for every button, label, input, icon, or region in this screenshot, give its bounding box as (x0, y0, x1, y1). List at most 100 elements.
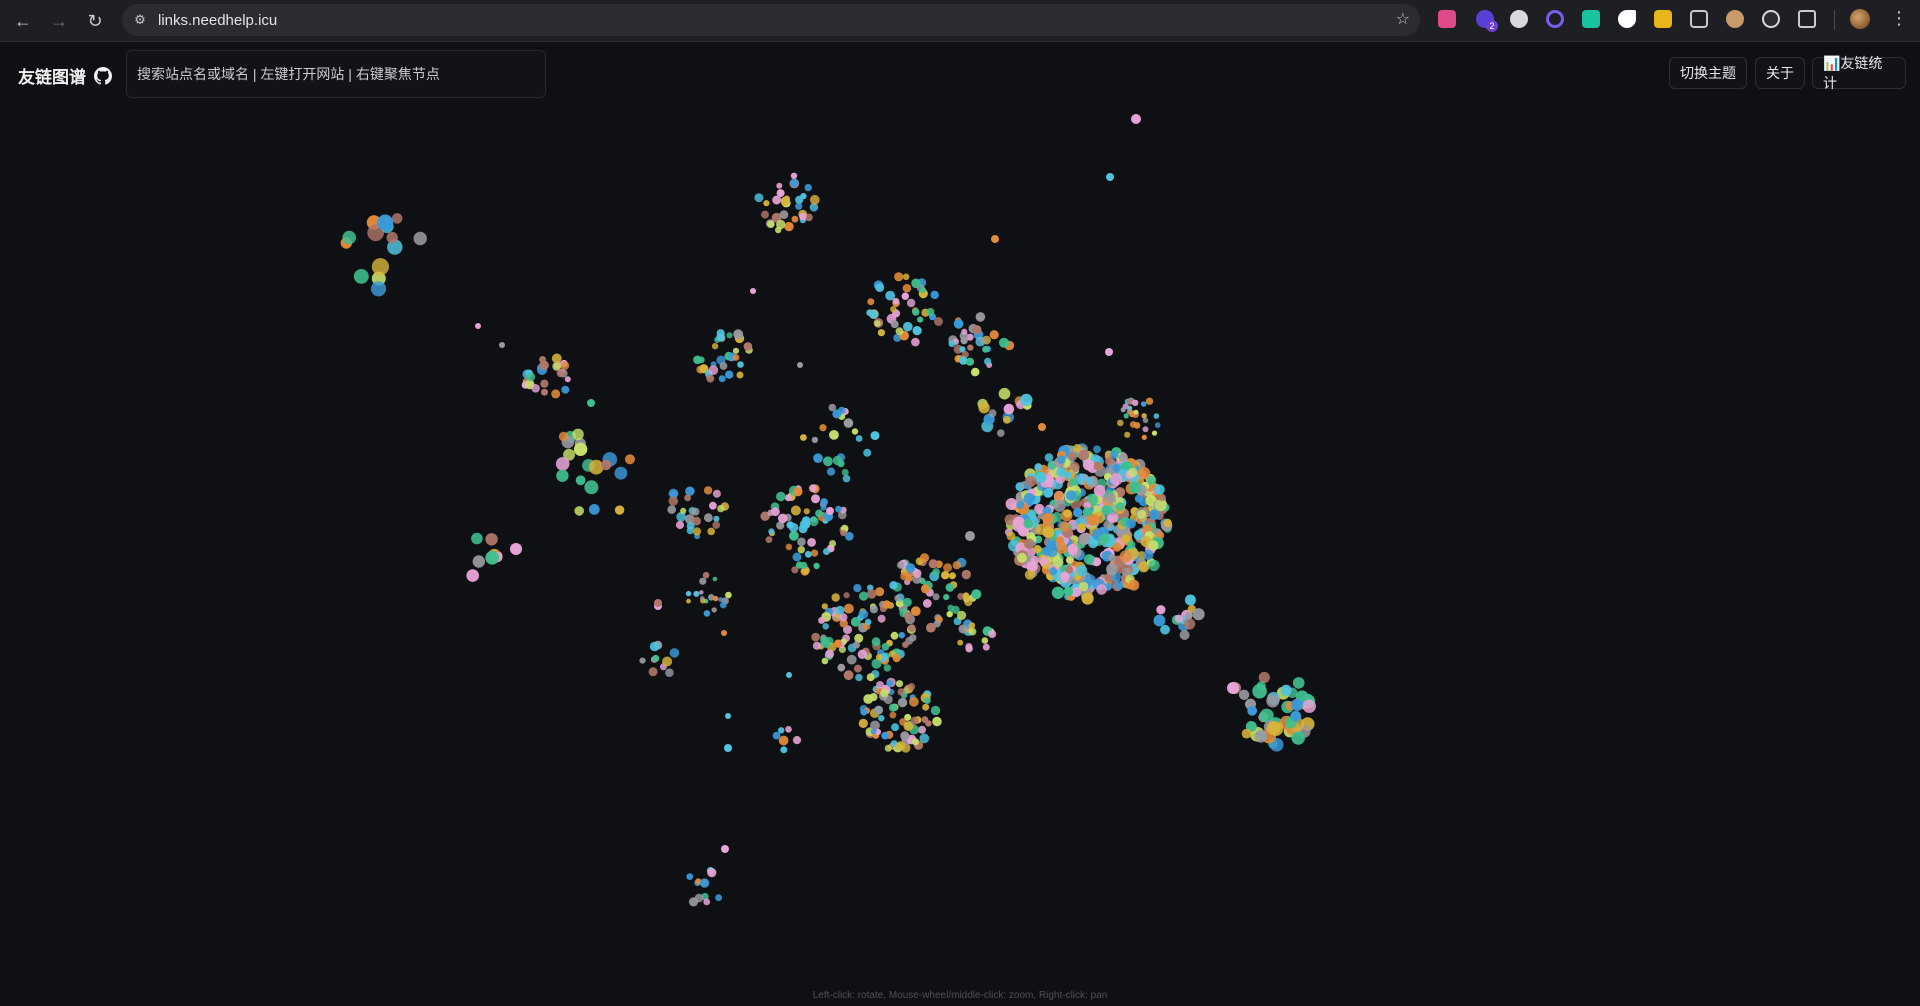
graph-node[interactable] (662, 656, 673, 667)
graph-node[interactable] (826, 467, 836, 476)
graph-node[interactable] (853, 664, 862, 673)
graph-node[interactable] (988, 409, 997, 418)
graph-node[interactable] (792, 736, 802, 745)
graph-node[interactable] (1141, 413, 1147, 419)
graph-node[interactable] (890, 631, 899, 640)
graph-node[interactable] (1151, 430, 1158, 436)
graph-node[interactable] (809, 516, 819, 527)
graph-node[interactable] (668, 496, 679, 506)
graph-node[interactable] (1096, 584, 1107, 595)
graph-node[interactable] (471, 532, 483, 545)
graph-node[interactable] (694, 893, 704, 903)
green-extension-icon[interactable] (1582, 10, 1600, 28)
graph-node[interactable] (829, 430, 839, 440)
graph-node[interactable] (783, 195, 790, 202)
graph-node[interactable] (958, 624, 968, 634)
graph-node[interactable] (875, 587, 885, 597)
graph-node[interactable] (1280, 684, 1292, 696)
graph-node[interactable] (684, 494, 691, 502)
graph-node[interactable] (964, 598, 973, 607)
graph-node[interactable] (767, 220, 775, 228)
graph-node[interactable] (1044, 453, 1054, 462)
graph-node[interactable] (711, 607, 717, 613)
graph-node[interactable] (880, 688, 889, 698)
graph-node[interactable] (971, 367, 980, 377)
graph-node[interactable] (863, 694, 874, 704)
graph-node[interactable] (750, 288, 756, 294)
graph-node[interactable] (560, 361, 570, 370)
graph-node[interactable] (510, 543, 522, 555)
graph-node[interactable] (855, 435, 863, 442)
graph-node[interactable] (1038, 423, 1046, 431)
graph-node[interactable] (932, 568, 940, 576)
graph-node[interactable] (772, 731, 781, 740)
graph-node[interactable] (353, 269, 369, 284)
graph-node[interactable] (1302, 699, 1317, 713)
graph-node[interactable] (923, 697, 931, 704)
graph-node[interactable] (1003, 403, 1015, 415)
graph-node[interactable] (713, 515, 720, 522)
graph-node[interactable] (669, 648, 680, 658)
graph-node[interactable] (1054, 491, 1063, 501)
graph-node[interactable] (1006, 531, 1016, 541)
graph-node[interactable] (693, 590, 700, 597)
graph-node[interactable] (371, 258, 389, 276)
graph-node[interactable] (982, 643, 990, 651)
graph-node[interactable] (881, 731, 889, 740)
graph-node[interactable] (785, 543, 793, 551)
graph-node[interactable] (564, 376, 571, 383)
graph-node[interactable] (475, 323, 481, 329)
graph-node[interactable] (823, 456, 833, 467)
graph-node[interactable] (895, 680, 904, 688)
graph-node[interactable] (1266, 721, 1281, 735)
graph-node[interactable] (707, 868, 717, 878)
graph-node[interactable] (725, 713, 731, 719)
graph-node[interactable] (928, 559, 938, 569)
graph-node[interactable] (1124, 431, 1131, 438)
graph-node[interactable] (882, 600, 892, 609)
graph-node[interactable] (852, 641, 861, 649)
graph-node[interactable] (797, 362, 803, 368)
graph-node[interactable] (866, 589, 877, 599)
graph-node[interactable] (1128, 467, 1138, 477)
graph-node[interactable] (999, 337, 1009, 348)
eye-extension-icon[interactable] (1762, 10, 1780, 28)
graph-node[interactable] (807, 538, 816, 547)
graph-node[interactable] (897, 688, 905, 696)
graph-node[interactable] (998, 387, 1011, 400)
graph-node[interactable] (793, 487, 803, 497)
graph-node[interactable] (771, 507, 780, 517)
graph-node[interactable] (1156, 605, 1166, 615)
graph-node[interactable] (922, 599, 932, 608)
graph-node[interactable] (784, 494, 792, 502)
graph-node[interactable] (823, 548, 830, 555)
graph-node[interactable] (989, 330, 999, 340)
graph-node[interactable] (1133, 409, 1139, 415)
graph-node[interactable] (843, 603, 854, 614)
graph-node[interactable] (943, 563, 952, 572)
graph-node[interactable] (558, 431, 569, 442)
graph-node[interactable] (811, 632, 820, 642)
graph-node[interactable] (785, 726, 792, 733)
graph-node[interactable] (1291, 731, 1305, 745)
graph-node[interactable] (768, 528, 775, 535)
graph-node[interactable] (870, 728, 877, 735)
graph-node[interactable] (877, 329, 886, 337)
graph-node[interactable] (860, 708, 868, 716)
graph-node[interactable] (391, 213, 403, 224)
graph-node[interactable] (948, 340, 956, 348)
graph-node[interactable] (1056, 536, 1065, 545)
graph-node[interactable] (1033, 545, 1042, 554)
graph-node[interactable] (874, 705, 884, 715)
graph-node[interactable] (858, 609, 869, 619)
graph-node[interactable] (716, 332, 726, 342)
graph-node[interactable] (840, 530, 847, 537)
search-input[interactable] (126, 50, 546, 98)
graph-node[interactable] (711, 343, 719, 350)
graph-node[interactable] (1110, 473, 1123, 486)
graph-node[interactable] (890, 320, 899, 329)
graph-node[interactable] (826, 507, 834, 515)
graph-node[interactable] (667, 505, 676, 514)
graph-node[interactable] (804, 183, 812, 192)
graph-node[interactable] (775, 226, 782, 234)
